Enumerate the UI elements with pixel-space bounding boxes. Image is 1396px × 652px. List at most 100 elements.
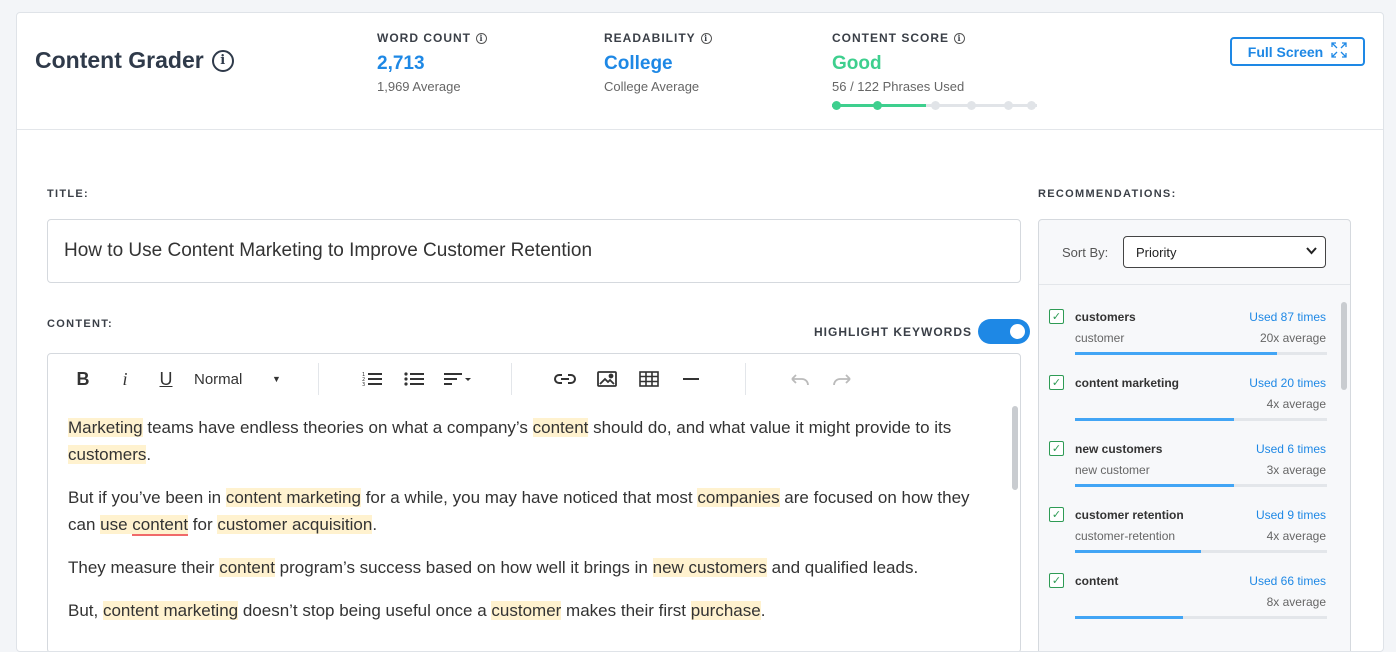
toolbar-divider <box>318 363 319 395</box>
recommendation-usage-bar <box>1075 352 1327 355</box>
recommendation-item[interactable]: ✓ content marketing Used 20 times 4x averag… <box>1039 366 1350 432</box>
bullet-list-icon <box>404 372 424 386</box>
readability-value: College <box>604 53 673 74</box>
recommendations-scrollbar[interactable] <box>1341 302 1347 390</box>
progress-step <box>931 101 940 110</box>
recommendation-keyword: customers <box>1075 310 1136 324</box>
progress-step <box>1004 101 1013 110</box>
highlight-keywords-toggle[interactable] <box>978 319 1030 344</box>
keyword-highlight: content <box>219 558 275 577</box>
recommendation-used-count[interactable]: Used 87 times <box>1249 310 1326 324</box>
table-icon <box>639 371 659 387</box>
full-screen-label: Full Screen <box>1247 43 1324 60</box>
bold-button[interactable]: B <box>73 366 93 392</box>
recommendation-usage-bar <box>1075 418 1327 421</box>
recommendation-variant: customer <box>1075 331 1125 345</box>
usage-bar-fill <box>1075 616 1184 619</box>
recommendation-item[interactable]: ✓ customer retention Used 9 times customer-… <box>1039 498 1350 564</box>
recommendation-used-count[interactable]: Used 9 times <box>1256 508 1326 522</box>
table-button[interactable] <box>637 366 661 392</box>
content-score-label: CONTENT SCORE i <box>832 31 1037 45</box>
editor-scrollbar[interactable] <box>1012 406 1018 490</box>
keyword-highlight: new customers <box>652 558 767 577</box>
keyword-highlight: Marketing <box>68 418 143 437</box>
recommendation-used-count[interactable]: Used 20 times <box>1249 376 1326 390</box>
info-icon[interactable]: i <box>211 49 234 72</box>
usage-bar-fill <box>1075 418 1234 421</box>
recommendation-variant: customer-retention <box>1075 529 1176 543</box>
checkbox-checked-icon[interactable]: ✓ <box>1049 309 1064 324</box>
progress-step <box>1027 101 1036 110</box>
checkbox-checked-icon[interactable]: ✓ <box>1049 375 1064 390</box>
phrases-used: 56 / 122 Phrases Used <box>832 79 965 94</box>
toolbar-divider <box>511 363 512 395</box>
recommendation-used-count[interactable]: Used 6 times <box>1256 442 1326 456</box>
content-score-stat: CONTENT SCORE i Good 56 / 122 Phrases Use… <box>832 31 1037 110</box>
editor-toolbar: B i U Normal ▼ 123 <box>48 354 1020 404</box>
recommendation-keyword: new customers <box>1075 442 1163 456</box>
recommendation-variant: new customer <box>1075 463 1150 477</box>
recommendation-item[interactable]: ✓ customers Used 87 times customer 20x avera… <box>1039 300 1350 366</box>
checkbox-checked-icon[interactable]: ✓ <box>1049 507 1064 522</box>
info-icon[interactable]: i <box>700 32 712 44</box>
redo-button[interactable] <box>830 366 854 392</box>
info-icon[interactable]: i <box>954 32 966 44</box>
page-title-text: Content Grader <box>35 47 204 73</box>
usage-bar-fill <box>1075 550 1201 553</box>
page-title: Content Grader i <box>35 47 234 74</box>
checkbox-checked-icon[interactable]: ✓ <box>1049 441 1064 456</box>
recommendation-item[interactable]: ✓ new customers Used 6 times new customer 3x… <box>1039 432 1350 498</box>
keyword-highlight: customers <box>68 445 147 464</box>
progress-step <box>873 101 882 110</box>
recommendations-panel: Sort By: Priority ✓ customers Used 87 time… <box>1038 219 1351 651</box>
highlight-keywords-label: HIGHLIGHT KEYWORDS <box>814 324 972 339</box>
title-input[interactable]: How to Use Content Marketing to Improve … <box>47 219 1021 283</box>
word-count-average: 1,969 Average <box>377 79 461 94</box>
text-run: for <box>188 515 218 534</box>
usage-bar-fill <box>1075 352 1277 355</box>
paragraph: Marketing teams have endless theories on… <box>68 414 992 468</box>
recommendation-average: 8x average <box>1266 595 1326 609</box>
header: Content Grader i WORD COUNT i 2,713 1,969… <box>17 13 1383 130</box>
italic-button[interactable]: i <box>115 366 135 392</box>
keyword-highlight: customer acquisition <box>217 515 373 534</box>
underline-button[interactable]: U <box>156 366 176 392</box>
recommendation-usage-bar <box>1075 616 1327 619</box>
image-icon <box>597 371 617 387</box>
horizontal-rule-button[interactable] <box>679 366 703 392</box>
recommendations-label: RECOMMENDATIONS: <box>1038 188 1177 200</box>
recommendation-item[interactable]: ✓ content Used 66 times 8x average <box>1039 564 1350 630</box>
content-body[interactable]: Marketing teams have endless theories on… <box>58 404 1002 651</box>
sort-by-value: Priority <box>1136 244 1177 260</box>
progress-step <box>832 101 841 110</box>
bullet-list-button[interactable] <box>402 366 426 392</box>
readability-average: College Average <box>604 79 700 94</box>
recommendation-used-count[interactable]: Used 66 times <box>1249 574 1326 588</box>
image-button[interactable] <box>595 366 619 392</box>
sort-by-select[interactable]: Priority <box>1123 236 1326 268</box>
word-count-stat: WORD COUNT i 2,713 1,969 Average <box>377 31 487 94</box>
text-run: program’s success based on how well it b… <box>274 558 653 577</box>
full-screen-button[interactable]: Full Screen <box>1230 37 1365 66</box>
text-run: for a while, you may have noticed that m… <box>360 488 698 507</box>
checkbox-checked-icon[interactable]: ✓ <box>1049 573 1064 588</box>
recommendation-keyword: content <box>1075 574 1119 588</box>
progress-step <box>967 101 976 110</box>
redo-icon <box>833 374 851 385</box>
keyword-highlight: companies <box>697 488 780 507</box>
recommendation-average: 4x average <box>1266 397 1326 411</box>
link-button[interactable] <box>553 366 577 392</box>
text-format-dropdown[interactable]: Normal ▼ <box>194 366 288 392</box>
paragraph: They measure their content program’s suc… <box>68 554 992 581</box>
svg-text:3: 3 <box>362 382 365 387</box>
highlight-keywords-control: HIGHLIGHT KEYWORDS <box>814 319 1030 344</box>
word-count-label: WORD COUNT i <box>377 31 487 45</box>
info-icon[interactable]: i <box>476 32 487 44</box>
keyword-highlight: purchase <box>690 601 761 620</box>
undo-button[interactable] <box>788 366 812 392</box>
align-dropdown[interactable] <box>442 366 476 392</box>
text-run: should do, and what value it might provi… <box>588 418 952 437</box>
ordered-list-button[interactable]: 123 <box>360 366 384 392</box>
word-count-value: 2,713 <box>377 53 425 74</box>
expand-icon <box>1331 42 1347 61</box>
